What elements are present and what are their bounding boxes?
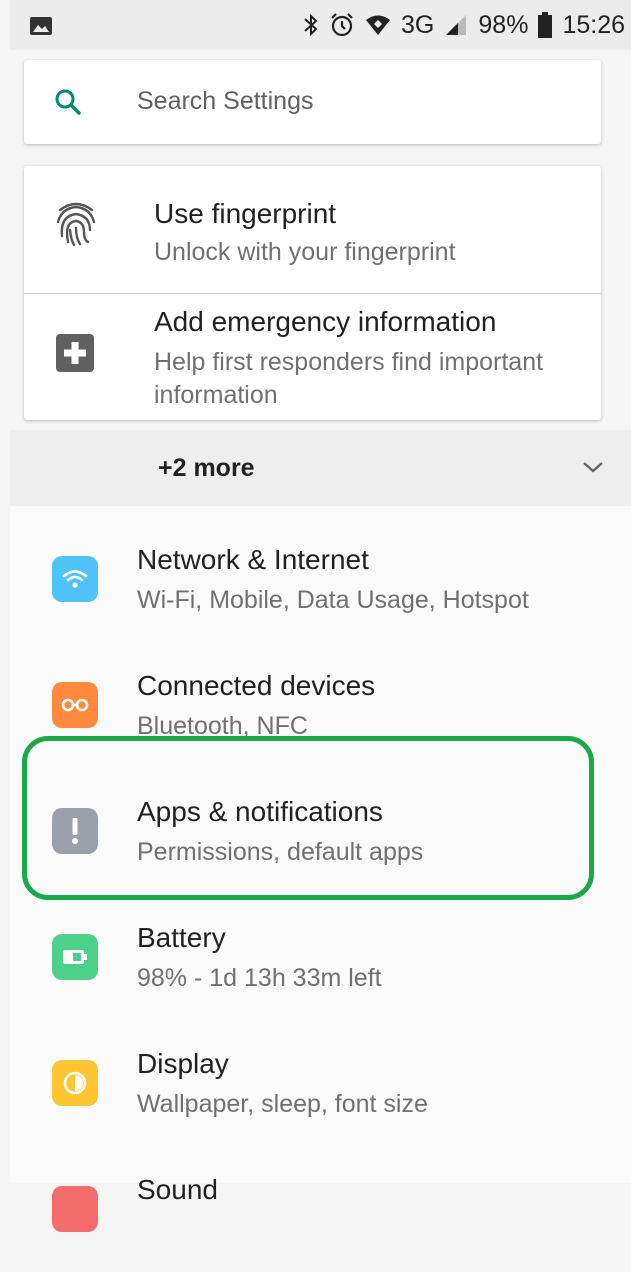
item-subtitle: Wi-Fi, Mobile, Data Usage, Hotspot bbox=[137, 586, 529, 614]
item-title: Battery bbox=[137, 922, 226, 953]
settings-item-sound[interactable]: Sound bbox=[10, 1146, 631, 1272]
item-title: Connected devices bbox=[137, 670, 376, 701]
settings-item-network[interactable]: Network & Internet Wi-Fi, Mobile, Data U… bbox=[10, 516, 631, 642]
highlight-box bbox=[22, 736, 594, 900]
item-title: Network & Internet bbox=[137, 544, 369, 575]
wifi-icon bbox=[365, 14, 391, 36]
signal-icon bbox=[444, 13, 468, 37]
battery-percent: 98% bbox=[478, 10, 529, 39]
chevron-down-icon bbox=[583, 462, 603, 473]
suggestion-subtitle: Unlock with your fingerprint bbox=[154, 238, 456, 266]
status-bar: 3G 98% 15:26 bbox=[10, 0, 631, 50]
image-icon bbox=[30, 17, 52, 35]
search-placeholder: Search Settings bbox=[137, 87, 314, 115]
suggestion-fingerprint[interactable]: Use fingerprint Unlock with your fingerp… bbox=[24, 166, 601, 293]
suggestion-title: Add emergency information bbox=[154, 306, 497, 337]
more-suggestions-toggle[interactable]: +2 more bbox=[10, 430, 631, 506]
suggestions-card: Use fingerprint Unlock with your fingerp… bbox=[24, 166, 601, 420]
alarm-icon bbox=[329, 12, 355, 38]
item-subtitle: 98% - 1d 13h 33m left bbox=[137, 964, 382, 992]
network-type: 3G bbox=[401, 10, 435, 39]
emergency-add-icon bbox=[56, 334, 94, 372]
settings-item-battery[interactable]: Battery 98% - 1d 13h 33m left bbox=[10, 894, 631, 1020]
sound-icon bbox=[52, 1186, 98, 1232]
wifi-icon bbox=[52, 556, 98, 602]
item-subtitle: Wallpaper, sleep, font size bbox=[137, 1090, 428, 1118]
battery-icon bbox=[52, 934, 98, 980]
bluetooth-icon bbox=[303, 13, 319, 37]
item-title: Display bbox=[137, 1048, 229, 1079]
more-label: +2 more bbox=[158, 454, 255, 482]
connected-devices-icon bbox=[52, 682, 98, 728]
search-icon bbox=[55, 89, 81, 115]
settings-item-display[interactable]: Display Wallpaper, sleep, font size bbox=[10, 1020, 631, 1146]
search-bar[interactable]: Search Settings bbox=[24, 60, 601, 144]
battery-icon bbox=[538, 12, 553, 38]
clock: 15:26 bbox=[562, 10, 625, 39]
suggestion-title: Use fingerprint bbox=[154, 198, 337, 229]
fingerprint-icon bbox=[56, 202, 96, 247]
item-title: Sound bbox=[137, 1174, 218, 1205]
suggestion-emergency-info[interactable]: Add emergency information Help first res… bbox=[24, 294, 601, 420]
suggestion-subtitle: Help first responders find important inf… bbox=[154, 348, 544, 409]
display-icon bbox=[52, 1060, 98, 1106]
